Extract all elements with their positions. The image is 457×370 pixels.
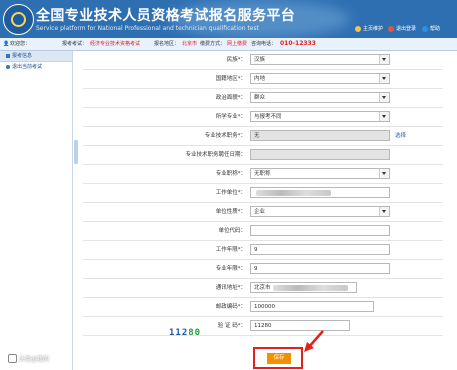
watermark: 头条@我的 [8, 354, 49, 363]
form-row-captcha: 验 证 码*： 11280 [83, 317, 443, 336]
form-row-employer-code: 单位代码： [83, 222, 443, 241]
professional-title-field: 无 [250, 130, 390, 141]
payment-label: 缴费方式： [200, 41, 226, 47]
region-label: 报名地区： [154, 41, 180, 47]
job-title-select[interactable]: 无职称 [250, 168, 390, 179]
exam-value: 经济专业技术资格考试 [90, 41, 141, 47]
chevron-down-icon [379, 93, 389, 102]
help-icon [422, 25, 428, 32]
chevron-down-icon [379, 55, 389, 64]
exit-icon [6, 65, 10, 69]
help-link[interactable]: 帮助 [422, 25, 440, 32]
work-years-input[interactable]: 9 [250, 244, 390, 255]
captcha-input[interactable]: 11280 [250, 320, 350, 331]
logout-link[interactable]: 退出登录 [388, 25, 416, 32]
watermark-logo-icon [8, 354, 17, 363]
save-button[interactable]: 保存 [267, 353, 291, 364]
sidebar-item-exit-exam[interactable]: 退出当前考试 [0, 62, 72, 72]
form-row-work-years: 工作年限*： 9 [83, 241, 443, 260]
phone-label: 咨询电话： [251, 41, 277, 47]
site-title: 全国专业技术人员资格考试报名服务平台 [36, 8, 296, 24]
major-select[interactable]: 与报考不同 [250, 111, 390, 122]
employer-code-input[interactable] [250, 225, 390, 236]
exam-label: 报考考试： [62, 41, 88, 47]
home-link[interactable]: 主页维护 [355, 25, 383, 32]
chevron-down-icon [379, 112, 389, 121]
chevron-down-icon [379, 74, 389, 83]
sidebar-collapse-handle[interactable] [74, 140, 78, 164]
redacted-text [256, 189, 331, 196]
home-icon [355, 25, 361, 32]
registration-form: 民族*： 汉族 国籍地区*： 内地 政治面貌*： 群众 所学专业*： 与报考不同… [83, 51, 443, 370]
site-header: 全国专业技术人员资格考试报名服务平台 Service platform for … [0, 0, 457, 38]
site-logo [3, 4, 34, 35]
form-row-appointment-date: 专业技术职务聘任日期： [83, 146, 443, 165]
form-row-nationality: 国籍地区*： 内地 [83, 70, 443, 89]
form-row-political-status: 政治面貌*： 群众 [83, 89, 443, 108]
nationality-select[interactable]: 内地 [250, 73, 390, 84]
folder-icon [6, 54, 10, 58]
site-subtitle: Service platform for National Profession… [36, 25, 259, 32]
welcome-label: 欢迎您： [10, 41, 31, 47]
employer-input[interactable] [250, 187, 390, 198]
user-icon: 👤 [3, 41, 10, 47]
select-title-link[interactable]: 选择 [395, 127, 406, 145]
red-arrow-icon [304, 330, 324, 352]
form-row-postal-code: 邮政编码*： 100000 [83, 298, 443, 317]
payment-value: 网上缴费 [227, 41, 248, 47]
form-row-job-title: 专业职称*： 无职称 [83, 165, 443, 184]
chevron-down-icon [379, 169, 389, 178]
chevron-down-icon [379, 207, 389, 216]
phone-value: 010-12333 [280, 40, 316, 47]
address-input[interactable]: 北京市 [250, 282, 357, 293]
redacted-text [272, 284, 348, 291]
form-row-employer: 工作单位*： [83, 184, 443, 203]
ethnicity-select[interactable]: 汉族 [250, 54, 390, 65]
sidebar-header[interactable]: 报考信息 [0, 51, 72, 62]
sidebar: 报考信息 退出当前考试 [0, 51, 73, 370]
form-row-major: 所学专业*： 与报考不同 [83, 108, 443, 127]
form-row-ethnicity: 民族*： 汉族 [83, 51, 443, 70]
political-status-select[interactable]: 群众 [250, 92, 390, 103]
form-row-professional-years: 专业年限*： 9 [83, 260, 443, 279]
appointment-date-field [250, 149, 390, 160]
form-row-professional-title: 专业技术职务*： 无 选择 [83, 127, 443, 146]
form-row-address: 通讯地址*： 北京市 [83, 279, 443, 298]
info-bar: 👤 欢迎您： 报考考试： 经济专业技术资格考试 报名地区： 北京市 缴费方式： … [0, 38, 457, 51]
save-highlight-box: 保存 [253, 347, 303, 369]
captcha-image[interactable]: 11280 [169, 328, 201, 338]
professional-years-input[interactable]: 9 [250, 263, 390, 274]
employer-type-select[interactable]: 企业 [250, 206, 390, 217]
form-row-employer-type: 单位性质*： 企业 [83, 203, 443, 222]
postal-code-input[interactable]: 100000 [250, 301, 374, 312]
region-value: 北京市 [182, 41, 198, 47]
logout-icon [388, 25, 394, 32]
